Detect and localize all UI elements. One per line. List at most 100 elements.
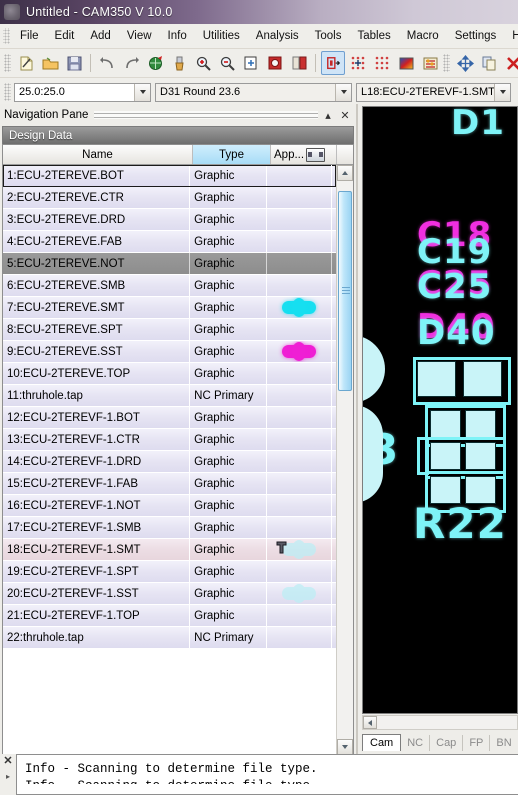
zoom-in-icon[interactable]	[192, 52, 214, 74]
color-palette-icon[interactable]	[395, 52, 417, 74]
menu-view[interactable]: View	[119, 27, 160, 45]
aperture-icon	[306, 147, 326, 162]
table-row[interactable]: 9:ECU-2TEREVE.SST Graphic	[3, 341, 336, 363]
log-output[interactable]: Info - Scanning to determine file type. …	[16, 754, 518, 795]
menu-settings[interactable]: Settings	[447, 27, 505, 45]
move-icon[interactable]	[454, 52, 476, 74]
combo-toolbar-gripper[interactable]	[4, 83, 11, 101]
pad-cell	[430, 442, 461, 470]
canvas-horizontal-scrollbar[interactable]	[362, 715, 518, 730]
table-row[interactable]: 8:ECU-2TEREVE.SPT Graphic	[3, 319, 336, 341]
layer-type-cell: Graphic	[190, 231, 268, 252]
chevron-down-icon[interactable]	[134, 83, 150, 101]
tab-cap[interactable]: Cap	[430, 735, 464, 751]
grid-size-combo[interactable]: 25.0:25.0	[14, 82, 151, 102]
menu-file[interactable]: File	[12, 27, 47, 45]
pad-cell	[430, 410, 461, 438]
layer-grid-scrollbar[interactable]	[336, 165, 353, 755]
menu-tables[interactable]: Tables	[349, 27, 398, 45]
table-row[interactable]: 11:thruhole.tap NC Primary	[3, 385, 336, 407]
scrollbar-grip	[342, 287, 350, 295]
menu-tools[interactable]: Tools	[307, 27, 350, 45]
compare-icon[interactable]	[288, 52, 310, 74]
table-row[interactable]: 10:ECU-2TEREVE.TOP Graphic	[3, 363, 336, 385]
chevron-down-icon[interactable]	[335, 83, 351, 101]
toolbar-gripper[interactable]	[4, 54, 11, 72]
table-row[interactable]: 4:ECU-2TEREVE.FAB Graphic	[3, 231, 336, 253]
toolbar-gripper-2[interactable]	[443, 54, 450, 72]
scrollbar-thumb[interactable]	[338, 191, 352, 391]
table-row[interactable]: 21:ECU-2TEREVF-1.TOP Graphic	[3, 605, 336, 627]
undo-icon[interactable]	[96, 52, 118, 74]
tab-cam[interactable]: Cam	[362, 734, 402, 751]
table-row[interactable]: 7:ECU-2TEREVE.SMT Graphic	[3, 297, 336, 319]
table-row[interactable]: 2:ECU-2TEREVE.CTR Graphic	[3, 187, 336, 209]
layer-aperture-cell	[267, 253, 333, 274]
table-row[interactable]: 17:ECU-2TEREVF-1.SMB Graphic	[3, 517, 336, 539]
table-row[interactable]: 1:ECU-2TEREVE.BOT Graphic	[3, 165, 336, 187]
table-row[interactable]: 6:ECU-2TEREVE.SMB Graphic	[3, 275, 336, 297]
layer-type-cell: Graphic	[190, 539, 268, 560]
points-move-icon[interactable]	[347, 52, 369, 74]
active-layer-combo[interactable]: L18:ECU-2TEREVF-1.SMT	[356, 82, 511, 102]
close-icon[interactable]: ✕	[338, 108, 352, 122]
redo-icon[interactable]	[120, 52, 142, 74]
layer-settings-icon[interactable]	[419, 52, 441, 74]
zoom-fit-icon[interactable]	[264, 52, 286, 74]
log-line: Info - Scanning to determine file type.	[25, 762, 318, 776]
table-row[interactable]: 3:ECU-2TEREVE.DRD Graphic	[3, 209, 336, 231]
table-row[interactable]: 18:ECU-2TEREVF-1.SMT Graphic	[3, 539, 336, 561]
pad-cell	[417, 361, 456, 397]
open-folder-icon[interactable]	[39, 52, 61, 74]
table-row[interactable]: 16:ECU-2TEREVF-1.NOT Graphic	[3, 495, 336, 517]
expand-icon[interactable]: ▸	[6, 772, 10, 781]
collapse-icon[interactable]: ▴	[321, 108, 335, 122]
scroll-down-icon[interactable]	[337, 739, 353, 755]
layer-type-cell: Graphic	[190, 451, 268, 472]
table-row[interactable]: 15:ECU-2TEREVF-1.FAB Graphic	[3, 473, 336, 495]
table-row[interactable]: 12:ECU-2TEREVF-1.BOT Graphic	[3, 407, 336, 429]
save-disk-icon[interactable]	[63, 52, 85, 74]
board-edge-lower	[363, 405, 383, 503]
layer-grid-rows[interactable]: 1:ECU-2TEREVE.BOT Graphic 2:ECU-2TEREVE.CT…	[3, 165, 336, 755]
layer-type-cell: Graphic	[190, 495, 268, 516]
menu-gripper[interactable]	[3, 28, 10, 44]
close-icon[interactable]: ✕	[3, 756, 12, 767]
table-row[interactable]: 19:ECU-2TEREVF-1.SPT Graphic	[3, 561, 336, 583]
new-file-icon[interactable]	[15, 52, 37, 74]
aperture-combo[interactable]: D31 Round 23.6	[155, 82, 352, 102]
table-row[interactable]: 14:ECU-2TEREVF-1.DRD Graphic	[3, 451, 336, 473]
menu-macro[interactable]: Macro	[399, 27, 447, 45]
zoom-window-icon[interactable]	[240, 52, 262, 74]
clean-brush-icon[interactable]	[168, 52, 190, 74]
pcb-canvas[interactable]: D1 C18 C19 C25 C25 D40 D40 3 R22	[362, 106, 518, 714]
tab-bn[interactable]: BN	[490, 735, 518, 751]
table-row[interactable]: 13:ECU-2TEREVF-1.CTR Graphic	[3, 429, 336, 451]
zoom-out-icon[interactable]	[216, 52, 238, 74]
tab-nc[interactable]: NC	[401, 735, 431, 751]
copy-icon[interactable]	[478, 52, 500, 74]
tab-fp[interactable]: FP	[463, 735, 491, 751]
column-header-app[interactable]: App...	[271, 145, 337, 164]
scroll-up-icon[interactable]	[337, 165, 353, 181]
column-header-name[interactable]: Name	[3, 145, 193, 164]
menu-analysis[interactable]: Analysis	[248, 27, 307, 45]
delete-icon[interactable]	[502, 52, 518, 74]
layer-type-cell: Graphic	[190, 319, 268, 340]
table-row[interactable]: 20:ECU-2TEREVF-1.SST Graphic	[3, 583, 336, 605]
layer-align-icon[interactable]	[321, 51, 345, 75]
menu-help[interactable]: H	[504, 27, 518, 45]
menu-edit[interactable]: Edit	[47, 27, 83, 45]
menu-utilities[interactable]: Utilities	[195, 27, 248, 45]
points-grid-icon[interactable]	[371, 52, 393, 74]
column-header-type[interactable]: Type	[193, 145, 271, 164]
layer-aperture-cell	[267, 627, 333, 648]
menu-info[interactable]: Info	[160, 27, 195, 45]
table-row[interactable]: 22:thruhole.tap NC Primary	[3, 627, 336, 649]
log-pane: ✕ ▸ Info - Scanning to determine file ty…	[0, 754, 518, 795]
chevron-down-icon[interactable]	[494, 83, 510, 101]
menu-add[interactable]: Add	[82, 27, 118, 45]
scroll-left-icon[interactable]	[363, 716, 377, 729]
refresh-globe-icon[interactable]	[144, 52, 166, 74]
table-row[interactable]: 5:ECU-2TEREVE.NOT Graphic	[3, 253, 336, 275]
